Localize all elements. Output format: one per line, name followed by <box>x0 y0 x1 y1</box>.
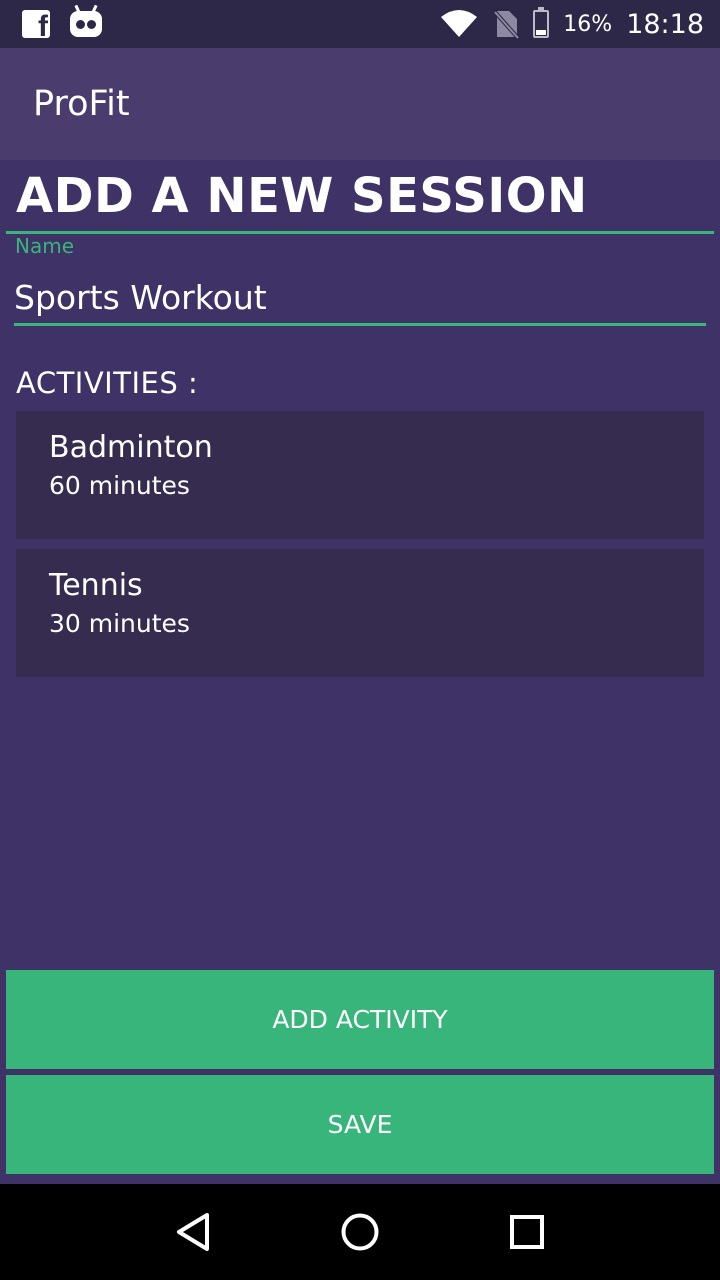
activity-name: Badminton <box>49 430 213 465</box>
robot-icon <box>70 4 102 37</box>
activity-card-badminton[interactable]: Badminton 60 minutes <box>16 411 704 539</box>
status-bar: f 16% 18:18 <box>0 0 720 48</box>
clock: 18:18 <box>626 8 704 40</box>
status-left: f <box>22 4 102 38</box>
battery-percent: 16% <box>563 11 613 37</box>
recents-button[interactable] <box>497 1202 557 1262</box>
name-field-label: Name <box>15 234 75 258</box>
app-title: ProFit <box>33 84 130 124</box>
activity-name: Tennis <box>49 568 143 603</box>
navigation-bar <box>0 1184 720 1280</box>
save-button[interactable]: SAVE <box>6 1075 714 1174</box>
battery-icon <box>533 7 550 38</box>
recents-icon <box>509 1215 544 1249</box>
name-field[interactable] <box>14 272 706 326</box>
add-activity-button[interactable]: ADD ACTIVITY <box>6 970 714 1069</box>
home-button[interactable] <box>330 1202 390 1262</box>
page-title: ADD A NEW SESSION <box>16 168 588 224</box>
back-button[interactable] <box>163 1202 223 1262</box>
activity-duration: 60 minutes <box>49 471 190 500</box>
facebook-icon: f <box>22 10 50 38</box>
home-icon <box>341 1213 379 1251</box>
wifi-icon <box>441 10 478 37</box>
app-bar: ProFit <box>0 48 720 160</box>
activity-card-tennis[interactable]: Tennis 30 minutes <box>16 549 704 677</box>
no-sim-icon <box>493 10 520 39</box>
status-right: 16% 18:18 <box>439 7 704 40</box>
activities-heading: ACTIVITIES : <box>16 366 199 400</box>
title-divider <box>6 231 714 234</box>
back-icon <box>177 1213 210 1251</box>
activity-duration: 30 minutes <box>49 609 190 638</box>
